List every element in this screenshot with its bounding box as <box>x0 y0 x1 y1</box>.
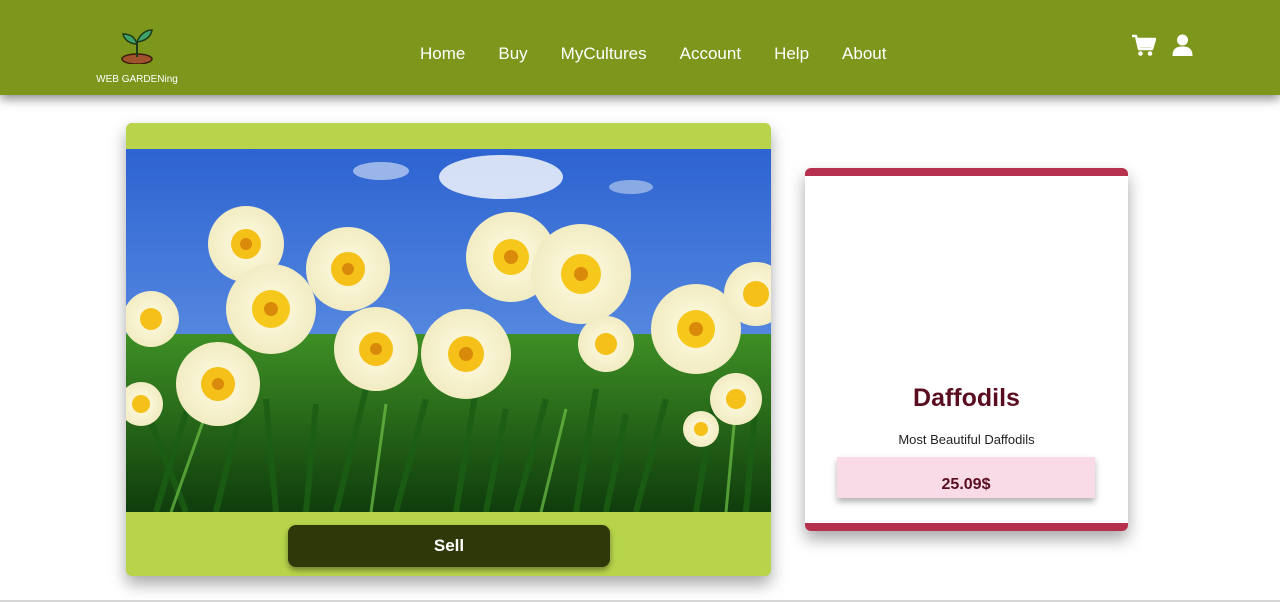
product-description: Most Beautiful Daffodils <box>898 432 1035 447</box>
nav-buy[interactable]: Buy <box>498 44 527 64</box>
product-card: Daffodils Most Beautiful Daffodils 25.09… <box>805 168 1128 531</box>
product-name: Daffodils <box>913 384 1020 412</box>
nav-help[interactable]: Help <box>774 44 809 64</box>
nav-home[interactable]: Home <box>420 44 465 64</box>
cart-icon[interactable] <box>1131 34 1156 57</box>
nav-account[interactable]: Account <box>680 44 741 64</box>
nav-mycultures[interactable]: MyCultures <box>561 44 647 64</box>
price-box[interactable]: 25.09$ <box>837 457 1095 498</box>
nav-icons <box>1131 34 1193 57</box>
product-image-card: Sell <box>126 123 771 576</box>
logo[interactable]: WEB GARDENing <box>90 26 184 94</box>
brand-name: WEB GARDENing <box>96 74 178 85</box>
navbar: WEB GARDENing Home Buy MyCultures Accoun… <box>0 0 1280 95</box>
sell-button[interactable]: Sell <box>288 525 610 567</box>
daffodils-photo <box>126 149 771 512</box>
sprout-icon <box>121 29 153 64</box>
main-nav: Home Buy MyCultures Account Help About <box>420 44 919 64</box>
user-icon[interactable] <box>1172 34 1193 57</box>
nav-about[interactable]: About <box>842 44 886 64</box>
